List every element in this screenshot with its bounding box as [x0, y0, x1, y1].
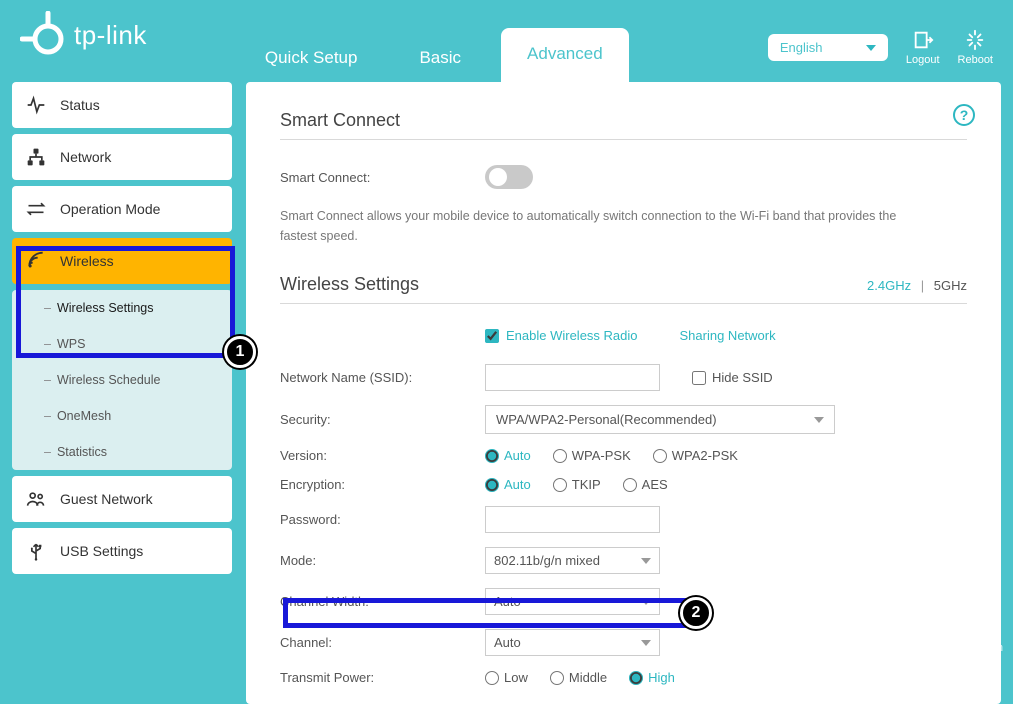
divider [280, 139, 967, 140]
logo: tp-link [20, 11, 147, 60]
header-right: English Logout Reboot [768, 29, 993, 66]
tab-basic[interactable]: Basic [397, 34, 483, 82]
reboot-button[interactable]: Reboot [958, 29, 993, 66]
sidebar-sub-statistics[interactable]: Statistics [12, 434, 232, 470]
main-content: ? Smart Connect Smart Connect: Smart Con… [246, 82, 1001, 704]
band-5ghz[interactable]: 5GHz [934, 278, 967, 293]
divider [280, 303, 967, 304]
sidebar-item-status[interactable]: Status [12, 82, 232, 128]
layout: Status Network Operation Mode Wireless W… [0, 82, 1013, 704]
operation-mode-icon [26, 199, 46, 219]
chevron-down-icon [641, 640, 651, 646]
status-icon [26, 95, 46, 115]
sidebar-item-operation-mode[interactable]: Operation Mode [12, 186, 232, 232]
channel-width-label: Channel Width: [280, 594, 485, 609]
chevron-down-icon [641, 558, 651, 564]
password-input[interactable] [485, 506, 660, 533]
sidebar-item-network[interactable]: Network [12, 134, 232, 180]
watermark: wsxdn.com [948, 642, 1003, 654]
annotation-callout-1: 1 [224, 336, 256, 368]
network-icon [26, 147, 46, 167]
band-24ghz[interactable]: 2.4GHz [867, 278, 911, 293]
encryption-auto-radio[interactable]: Auto [485, 477, 531, 492]
sidebar-sub-wireless-settings[interactable]: Wireless Settings [12, 290, 232, 326]
chevron-down-icon [866, 45, 876, 51]
smart-connect-label: Smart Connect: [280, 170, 485, 185]
version-auto-radio[interactable]: Auto [485, 448, 531, 463]
hide-ssid-checkbox[interactable]: Hide SSID [692, 370, 773, 385]
tx-high-radio[interactable]: High [629, 670, 675, 685]
smart-connect-toggle[interactable] [485, 165, 533, 189]
annotation-callout-2: 2 [680, 597, 712, 629]
band-selector: 2.4GHz | 5GHz [867, 278, 967, 293]
wireless-settings-title: Wireless Settings [280, 274, 419, 295]
language-value: English [780, 40, 823, 55]
channel-select[interactable]: Auto [485, 629, 660, 656]
version-label: Version: [280, 448, 485, 463]
help-icon[interactable]: ? [953, 104, 975, 126]
reboot-icon [964, 29, 986, 51]
sidebar-wireless-submenu: Wireless Settings WPS Wireless Schedule … [12, 290, 232, 470]
language-select[interactable]: English [768, 34, 888, 61]
tab-quick-setup[interactable]: Quick Setup [243, 34, 380, 82]
chevron-down-icon [814, 417, 824, 423]
mode-select[interactable]: 802.11b/g/n mixed [485, 547, 660, 574]
header: tp-link Quick Setup Basic Advanced Engli… [0, 0, 1013, 82]
encryption-label: Encryption: [280, 477, 485, 492]
ssid-label: Network Name (SSID): [280, 370, 485, 385]
chevron-down-icon [641, 599, 651, 605]
enable-wireless-radio-checkbox[interactable]: Enable Wireless Radio [485, 328, 638, 343]
encryption-tkip-radio[interactable]: TKIP [553, 477, 601, 492]
tab-advanced[interactable]: Advanced [501, 28, 629, 82]
sidebar-sub-onemesh[interactable]: OneMesh [12, 398, 232, 434]
nav-tabs: Quick Setup Basic Advanced [243, 28, 647, 82]
encryption-aes-radio[interactable]: AES [623, 477, 668, 492]
channel-width-select[interactable]: Auto [485, 588, 660, 615]
brand-text: tp-link [74, 20, 147, 51]
brand-icon [20, 11, 66, 60]
smart-connect-description: Smart Connect allows your mobile device … [280, 206, 920, 246]
tx-middle-radio[interactable]: Middle [550, 670, 607, 685]
logout-icon [912, 29, 934, 51]
sidebar-sub-wps[interactable]: WPS [12, 326, 232, 362]
sidebar-item-usb-settings[interactable]: USB Settings [12, 528, 232, 574]
sidebar-item-wireless[interactable]: Wireless [12, 238, 232, 284]
sidebar-sub-wireless-schedule[interactable]: Wireless Schedule [12, 362, 232, 398]
channel-label: Channel: [280, 635, 485, 650]
version-wpa-radio[interactable]: WPA-PSK [553, 448, 631, 463]
sidebar-item-guest-network[interactable]: Guest Network [12, 476, 232, 522]
mode-label: Mode: [280, 553, 485, 568]
security-label: Security: [280, 412, 485, 427]
smart-connect-title: Smart Connect [280, 110, 967, 131]
guest-network-icon [26, 489, 46, 509]
wireless-icon [26, 251, 46, 271]
sidebar: Status Network Operation Mode Wireless W… [12, 82, 232, 704]
version-wpa2-radio[interactable]: WPA2-PSK [653, 448, 738, 463]
transmit-power-label: Transmit Power: [280, 670, 485, 685]
tx-low-radio[interactable]: Low [485, 670, 528, 685]
sharing-network-link[interactable]: Sharing Network [680, 328, 776, 343]
password-label: Password: [280, 512, 485, 527]
usb-icon [26, 541, 46, 561]
security-select[interactable]: WPA/WPA2-Personal(Recommended) [485, 405, 835, 434]
logout-button[interactable]: Logout [906, 29, 940, 66]
ssid-input[interactable] [485, 364, 660, 391]
